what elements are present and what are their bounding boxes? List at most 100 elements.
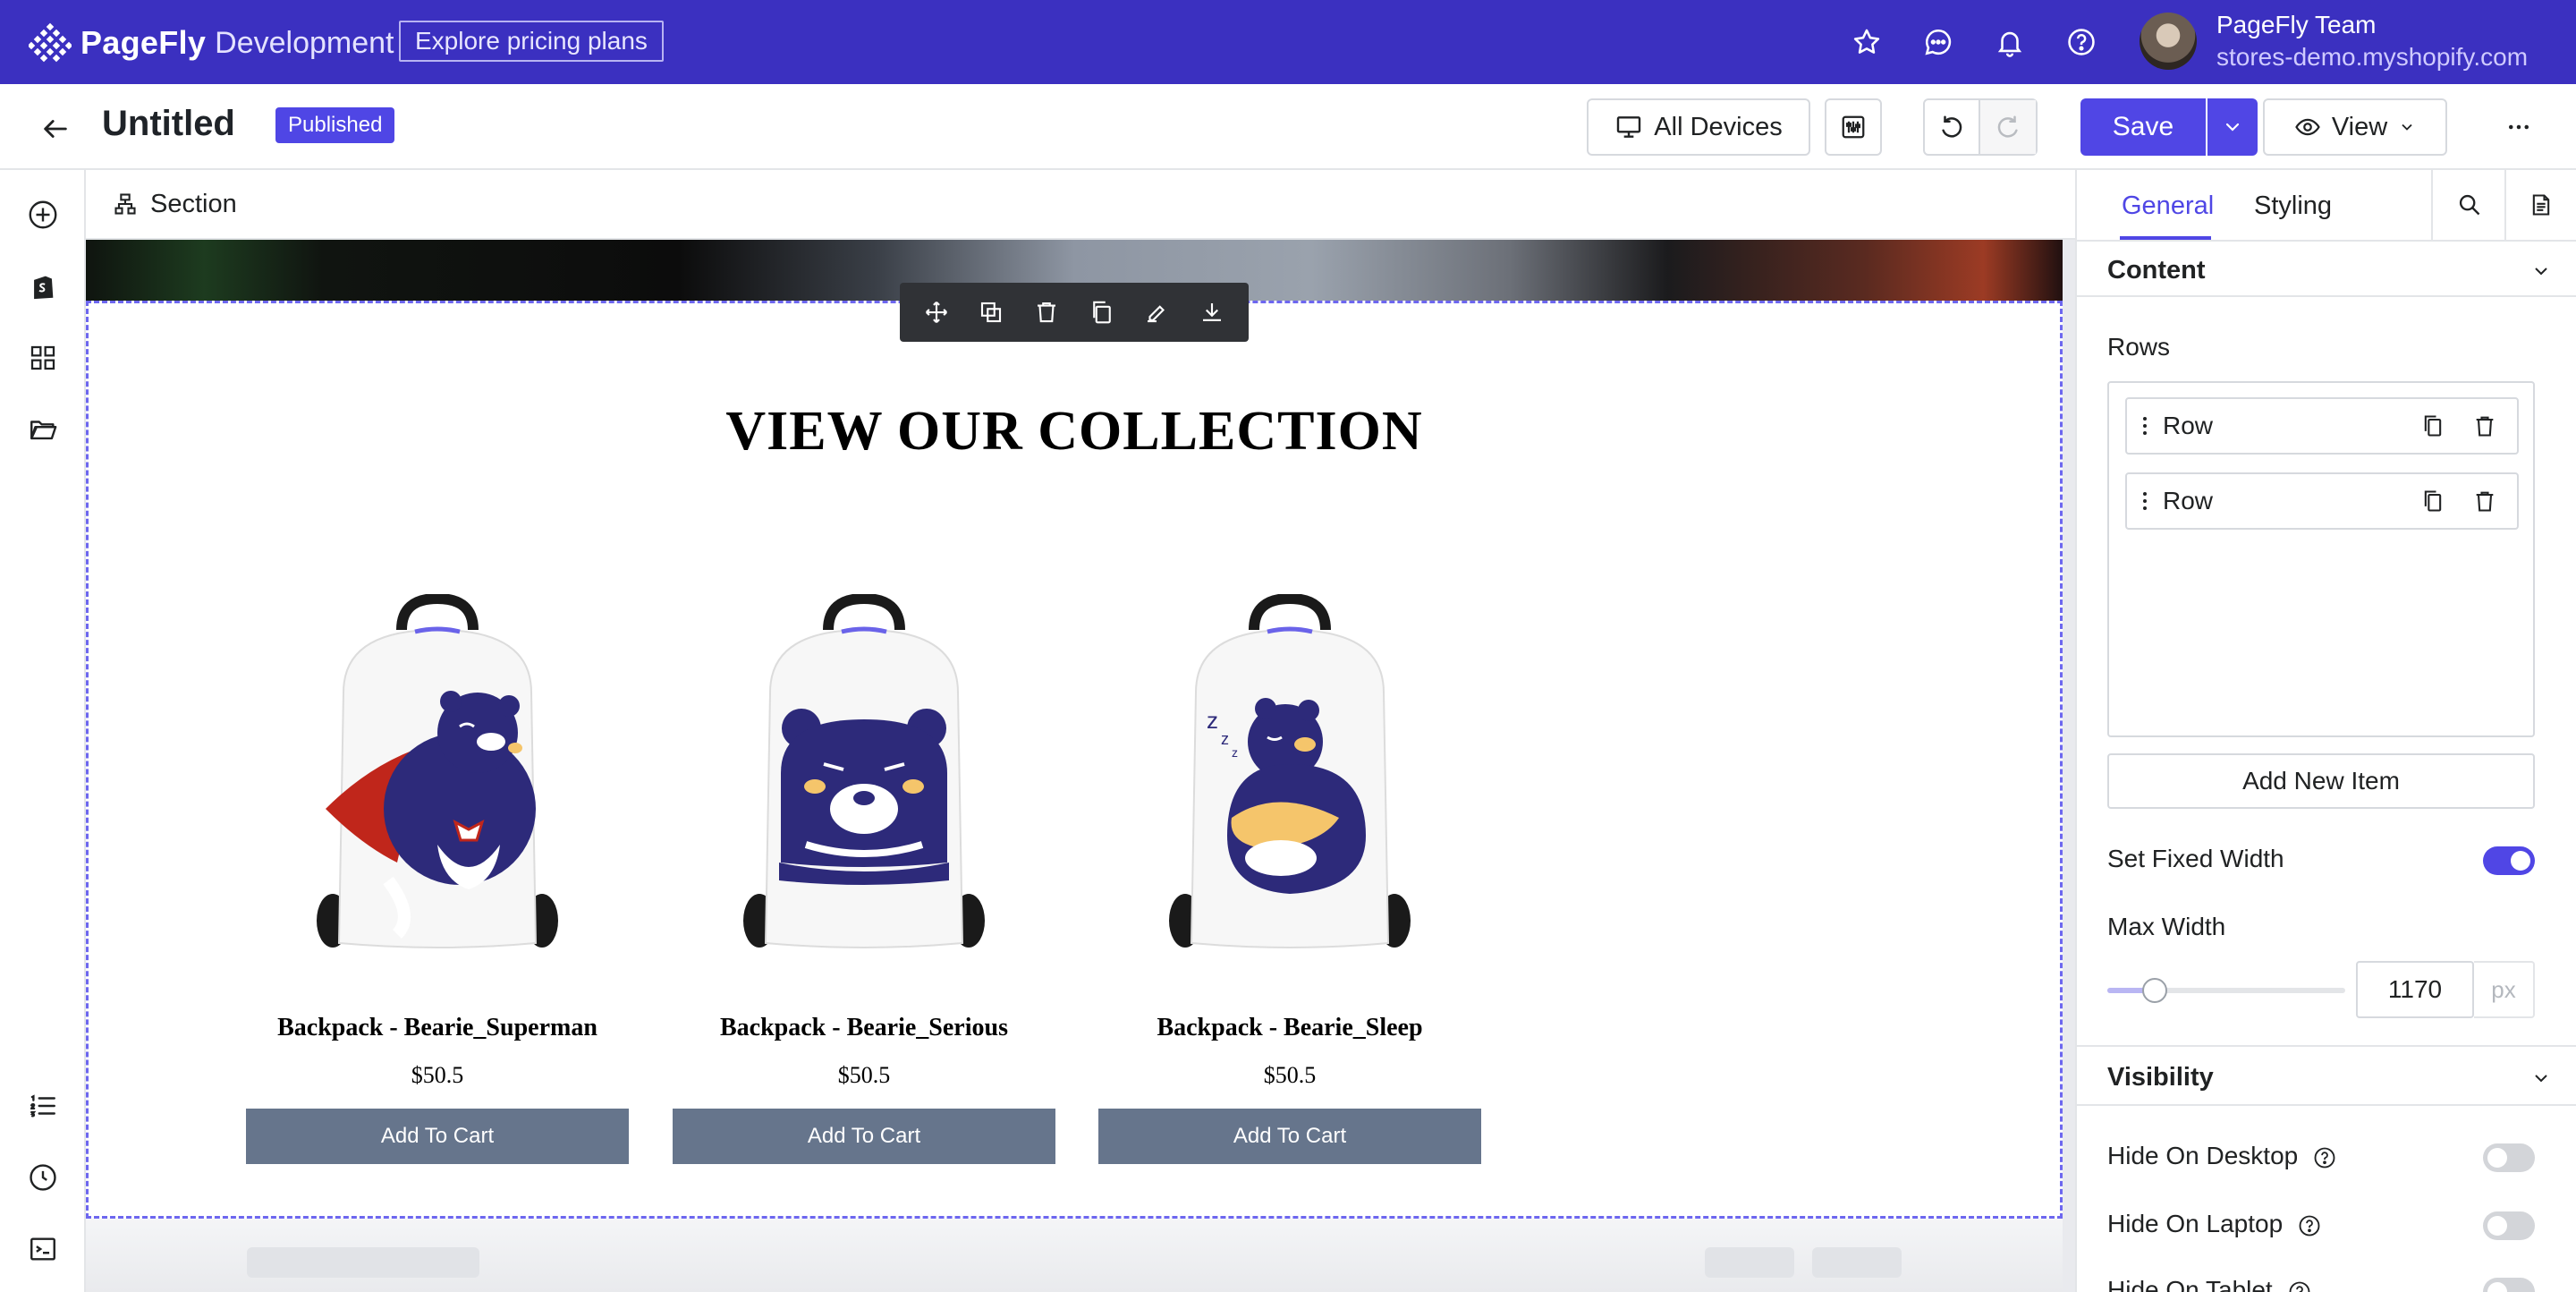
save-options-chevron-icon[interactable] — [2207, 98, 2258, 156]
code-terminal-icon[interactable] — [23, 1229, 63, 1269]
help-icon[interactable] — [2061, 21, 2102, 63]
style-brush-icon[interactable] — [1143, 299, 1170, 326]
undo-icon[interactable] — [1925, 100, 1980, 154]
product-image-serious[interactable] — [673, 581, 1055, 974]
add-new-item-button[interactable]: Add New Item — [2107, 753, 2535, 809]
product-title[interactable]: Backpack - Bearie_Serious — [673, 1014, 1055, 1042]
hide-on-laptop-toggle[interactable] — [2483, 1211, 2535, 1240]
view-button[interactable]: View — [2263, 98, 2447, 156]
max-width-input[interactable]: 1170 — [2356, 961, 2474, 1018]
svg-text:z: z — [1207, 707, 1218, 734]
next-section-preview[interactable] — [86, 1219, 2063, 1292]
row-item[interactable]: Row — [2125, 472, 2519, 530]
drag-handle-icon[interactable] — [2127, 415, 2163, 437]
save-to-library-icon[interactable] — [1199, 299, 1225, 326]
rows-list: Row Row — [2107, 381, 2535, 737]
hide-on-tablet-label: Hide On Tablet — [2107, 1276, 2273, 1292]
left-sidebar — [0, 170, 86, 1292]
hide-on-desktop-row: Hide On Desktop — [2107, 1142, 2337, 1170]
explore-pricing-button[interactable]: Explore pricing plans — [399, 21, 664, 62]
status-badge: Published — [275, 107, 395, 143]
chat-icon[interactable] — [1918, 21, 1959, 63]
product-title[interactable]: Backpack - Bearie_Sleep — [1098, 1014, 1481, 1042]
layers-list-icon[interactable] — [23, 1086, 63, 1126]
svg-text:z: z — [1221, 730, 1229, 748]
visibility-section-heading[interactable]: Visibility — [2107, 1063, 2214, 1092]
product-price: $50.5 — [411, 1062, 464, 1088]
hide-on-tablet-toggle[interactable] — [2483, 1278, 2535, 1292]
hide-on-laptop-label: Hide On Laptop — [2107, 1210, 2284, 1237]
move-icon[interactable] — [923, 299, 950, 326]
product-image-sleep[interactable]: z z z — [1098, 581, 1481, 974]
chevron-down-icon[interactable] — [2522, 252, 2560, 290]
redo-icon[interactable] — [1980, 100, 2036, 154]
product-title[interactable]: Backpack - Bearie_Superman — [246, 1014, 629, 1042]
placeholder-bar — [1812, 1247, 1902, 1278]
set-fixed-width-toggle[interactable] — [2483, 846, 2535, 875]
view-label: View — [2331, 112, 2388, 141]
user-store-domain[interactable]: stores-demo.myshopify.com — [2216, 43, 2528, 72]
help-icon[interactable] — [2297, 1213, 2322, 1238]
copy-icon[interactable] — [2413, 406, 2453, 446]
copy-icon[interactable] — [2413, 481, 2453, 521]
bell-icon[interactable] — [1989, 21, 2030, 63]
top-bar: PageFly Development Explore pricing plan… — [0, 0, 2576, 84]
grid-icon[interactable] — [23, 338, 63, 378]
element-toolbar — [900, 283, 1249, 342]
duplicate-icon[interactable] — [978, 299, 1004, 326]
add-to-cart-button[interactable]: Add To Cart — [1098, 1109, 1481, 1164]
canvas-scrollbar[interactable] — [2063, 240, 2075, 1292]
page-title[interactable]: Untitled — [102, 104, 235, 144]
back-arrow-icon[interactable] — [34, 107, 77, 150]
help-icon[interactable] — [2287, 1279, 2312, 1292]
add-to-cart-button[interactable]: Add To Cart — [246, 1109, 629, 1164]
save-button[interactable]: Save — [2080, 98, 2206, 156]
pagefly-logo[interactable]: PageFly Development — [29, 21, 394, 64]
delete-icon[interactable] — [1033, 299, 1060, 326]
breadcrumb-section[interactable]: Section — [150, 190, 237, 219]
star-icon[interactable] — [1846, 21, 1887, 63]
add-to-cart-button[interactable]: Add To Cart — [673, 1109, 1055, 1164]
copy-icon[interactable] — [1089, 299, 1115, 326]
content-section-heading[interactable]: Content — [2107, 256, 2206, 285]
eye-icon — [2295, 118, 2320, 136]
folder-icon[interactable] — [23, 410, 63, 449]
selected-section[interactable]: VIEW OUR COLLECTION Backpack - Bearie_Su… — [86, 301, 2063, 1219]
search-icon[interactable] — [2451, 186, 2488, 224]
max-width-slider[interactable] — [2107, 978, 2345, 1003]
chevron-down-icon[interactable] — [2522, 1059, 2560, 1097]
settings-sliders-button[interactable] — [1825, 98, 1882, 156]
active-tab-indicator — [2120, 236, 2211, 240]
divider — [2077, 1104, 2576, 1106]
hide-on-desktop-toggle[interactable] — [2483, 1143, 2535, 1172]
row-label: Row — [2163, 487, 2214, 514]
add-element-icon[interactable] — [23, 195, 63, 234]
slider-handle[interactable] — [2142, 978, 2168, 1003]
row-item[interactable]: Row — [2125, 397, 2519, 455]
product-card[interactable]: Backpack - Bearie_Superman $50.5 Add To … — [246, 581, 629, 1164]
help-icon[interactable] — [2312, 1145, 2337, 1170]
tab-general[interactable]: General — [2122, 191, 2214, 221]
user-name[interactable]: PageFly Team — [2216, 11, 2376, 39]
divider — [2077, 1045, 2576, 1047]
user-avatar[interactable] — [2140, 13, 2197, 70]
delete-icon[interactable] — [2465, 406, 2504, 446]
drag-handle-icon[interactable] — [2127, 490, 2163, 512]
collection-heading[interactable]: VIEW OUR COLLECTION — [89, 400, 2060, 463]
history-clock-icon[interactable] — [23, 1158, 63, 1197]
sliders-icon — [1842, 115, 1865, 139]
product-price: $50.5 — [837, 1062, 891, 1088]
tab-styling[interactable]: Styling — [2254, 191, 2332, 221]
delete-icon[interactable] — [2465, 481, 2504, 521]
product-image-superman[interactable] — [246, 581, 629, 974]
page-document-icon[interactable] — [2522, 186, 2560, 224]
product-card[interactable]: Backpack - Bearie_Serious $50.5 Add To C… — [673, 581, 1055, 1164]
more-options-icon[interactable] — [2490, 98, 2547, 156]
shopify-icon[interactable] — [23, 267, 63, 306]
product-card[interactable]: z z z Backpack - Bearie_Sleep $50.5 Add … — [1098, 581, 1481, 1164]
max-width-unit[interactable]: px — [2474, 961, 2535, 1018]
panel-tabs: General Styling — [2077, 170, 2576, 242]
device-select-button[interactable]: All Devices — [1587, 98, 1810, 156]
hide-on-laptop-row: Hide On Laptop — [2107, 1210, 2322, 1238]
editor-canvas[interactable]: Section VIEW OUR COLLECTION Backpack - B… — [86, 170, 2075, 1292]
